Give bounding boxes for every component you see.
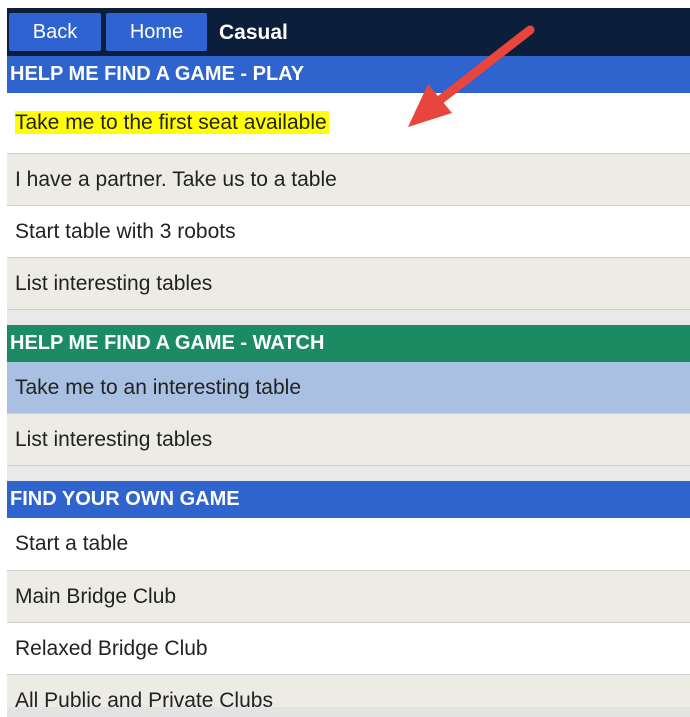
list-item-first-seat[interactable]: Take me to the first seat available [7,93,690,154]
top-bar: Back Home Casual [7,8,690,56]
list-item-interesting-tables-play[interactable]: List interesting tables [7,258,690,310]
home-button[interactable]: Home [106,13,207,51]
scroll-edge [7,707,690,717]
app-window: Back Home Casual HELP ME FIND A GAME - P… [7,8,690,717]
section-header-watch: HELP ME FIND A GAME - WATCH [7,325,690,362]
list-item-start-robots[interactable]: Start table with 3 robots [7,206,690,258]
list-item-partner-table[interactable]: I have a partner. Take us to a table [7,154,690,206]
list-item-watch-interesting-table[interactable]: Take me to an interesting table [7,362,690,414]
page-title: Casual [219,21,288,44]
list-item-label: Take me to the first seat available [15,111,329,134]
section-divider [7,310,690,325]
list-item-relaxed-bridge-club[interactable]: Relaxed Bridge Club [7,623,690,675]
back-button[interactable]: Back [9,13,101,51]
list-item-interesting-tables-watch[interactable]: List interesting tables [7,414,690,466]
list-item-main-bridge-club[interactable]: Main Bridge Club [7,571,690,623]
section-divider [7,466,690,481]
section-header-play: HELP ME FIND A GAME - PLAY [7,56,690,93]
section-header-find-own: FIND YOUR OWN GAME [7,481,690,518]
list-item-start-table[interactable]: Start a table [7,518,690,571]
